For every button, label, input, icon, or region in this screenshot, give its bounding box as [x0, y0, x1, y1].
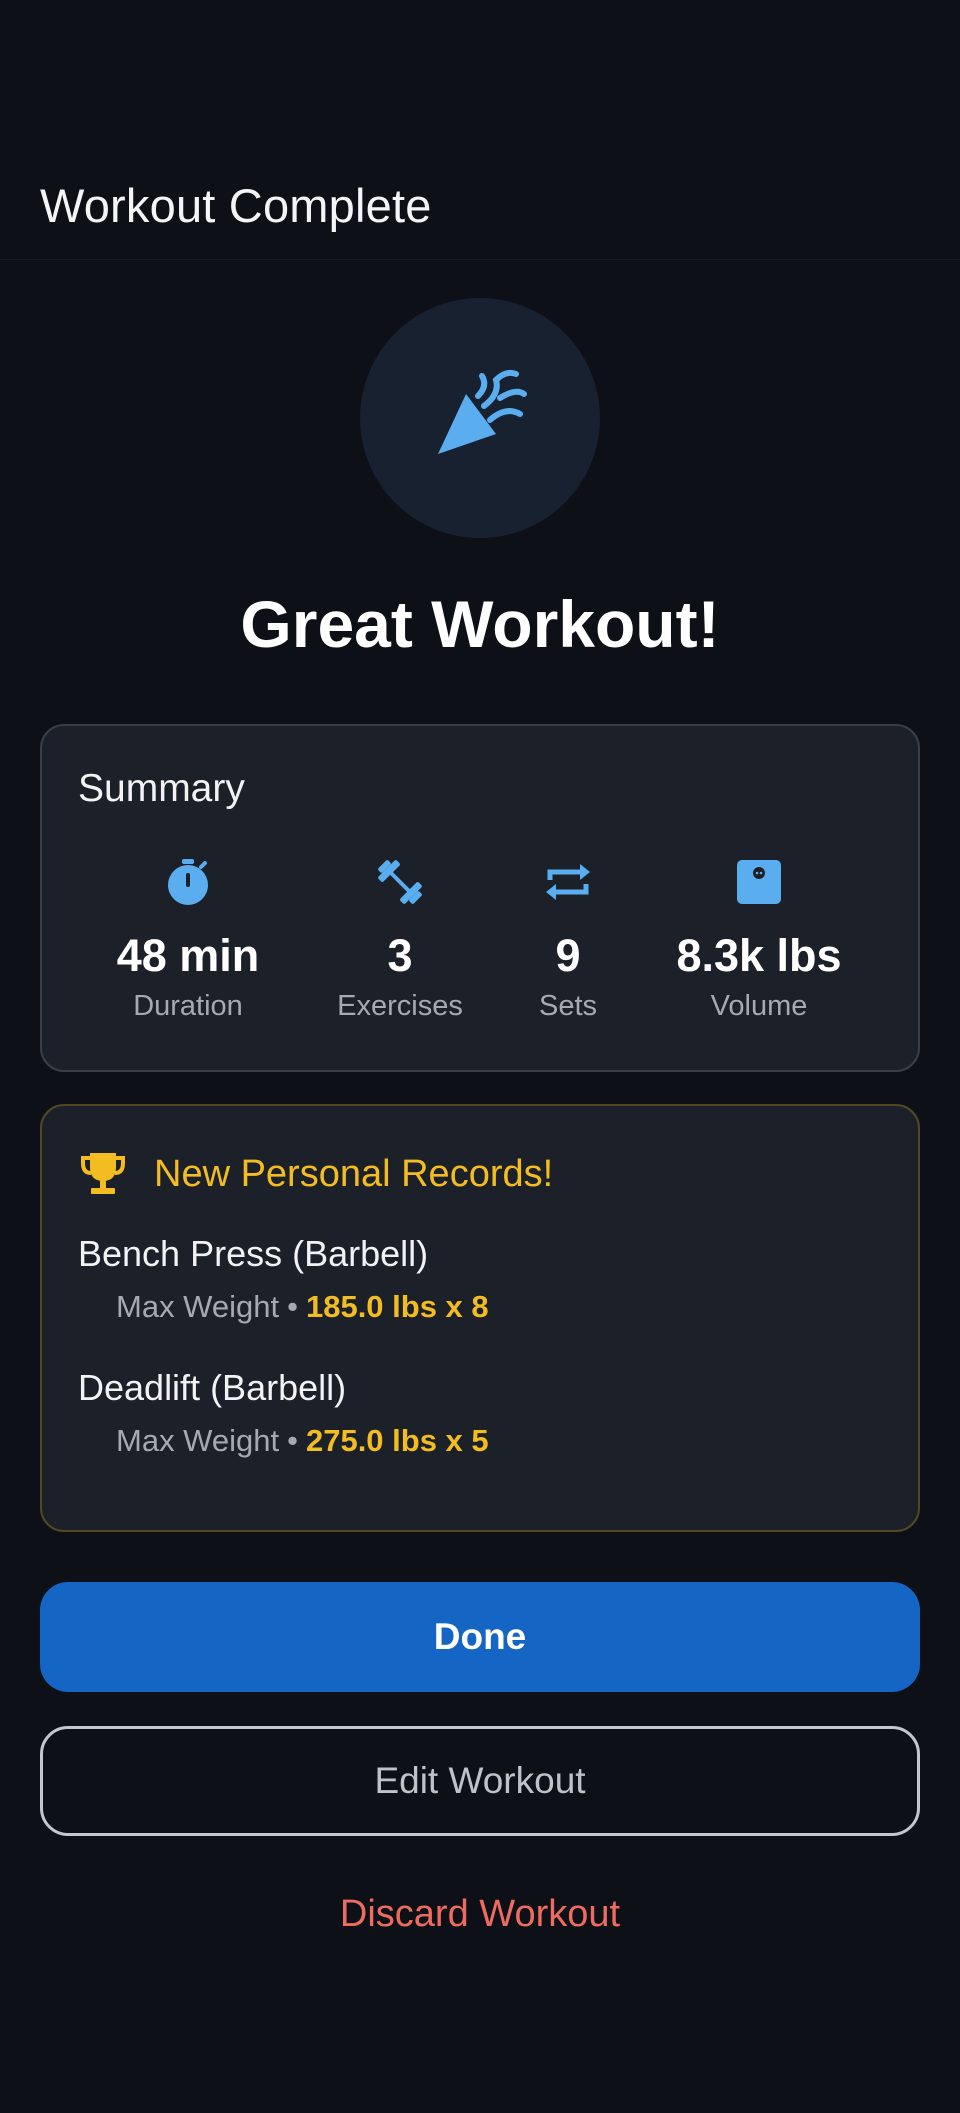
stat-label: Duration [133, 990, 243, 1022]
stat-value: 9 [555, 930, 581, 981]
app-bar: Workout Complete [0, 0, 960, 260]
hero-badge [360, 298, 600, 538]
stat-volume: 8.3k lbs Volume [649, 856, 869, 1024]
record-type: Max Weight [116, 1423, 280, 1458]
done-button[interactable]: Done [40, 1582, 920, 1692]
stat-value: 8.3k lbs [676, 930, 842, 981]
repeat-icon [546, 864, 590, 900]
record-value: 185.0 lbs x 8 [305, 1289, 489, 1324]
personal-records-card: New Personal Records! Bench Press (Barbe… [40, 1104, 920, 1532]
celebration-icon [438, 369, 527, 454]
record-value: 275.0 lbs x 5 [305, 1423, 489, 1458]
record-separator: • [287, 1423, 298, 1458]
records-title: New Personal Records! [154, 1153, 554, 1195]
trophy-icon [81, 1153, 125, 1194]
stat-sets: 9 Sets [458, 856, 678, 1024]
stat-label: Volume [710, 990, 808, 1022]
record-detail: Max Weight • 275.0 lbs x 5 [116, 1422, 878, 1460]
record-detail: Max Weight • 185.0 lbs x 8 [116, 1288, 878, 1326]
record-item: Bench Press (Barbell) Max Weight • 185.0 l… [78, 1232, 878, 1326]
edit-workout-button[interactable]: Edit Workout [40, 1726, 920, 1836]
dumbbell-icon [378, 860, 422, 904]
timer-icon [168, 859, 208, 905]
records-header: New Personal Records! [78, 1146, 553, 1202]
record-exercise: Deadlift (Barbell) [78, 1367, 347, 1408]
summary-title: Summary [78, 767, 245, 810]
record-separator: • [287, 1289, 298, 1324]
stat-label: Sets [538, 990, 598, 1022]
headline: Great Workout! [240, 587, 720, 661]
record-type: Max Weight [116, 1289, 280, 1324]
record-item: Deadlift (Barbell) Max Weight • 275.0 lbs … [78, 1366, 878, 1460]
stat-duration: 48 min Duration [78, 856, 298, 1024]
discard-workout-button[interactable]: Discard Workout [0, 1884, 960, 1944]
stat-value: 48 min [116, 930, 260, 981]
record-exercise: Bench Press (Barbell) [78, 1233, 429, 1274]
scale-icon [737, 860, 781, 904]
page-title: Workout Complete [40, 179, 432, 232]
summary-card: Summary 48 min Duration 3 Exercises 9 Se… [40, 724, 920, 1072]
